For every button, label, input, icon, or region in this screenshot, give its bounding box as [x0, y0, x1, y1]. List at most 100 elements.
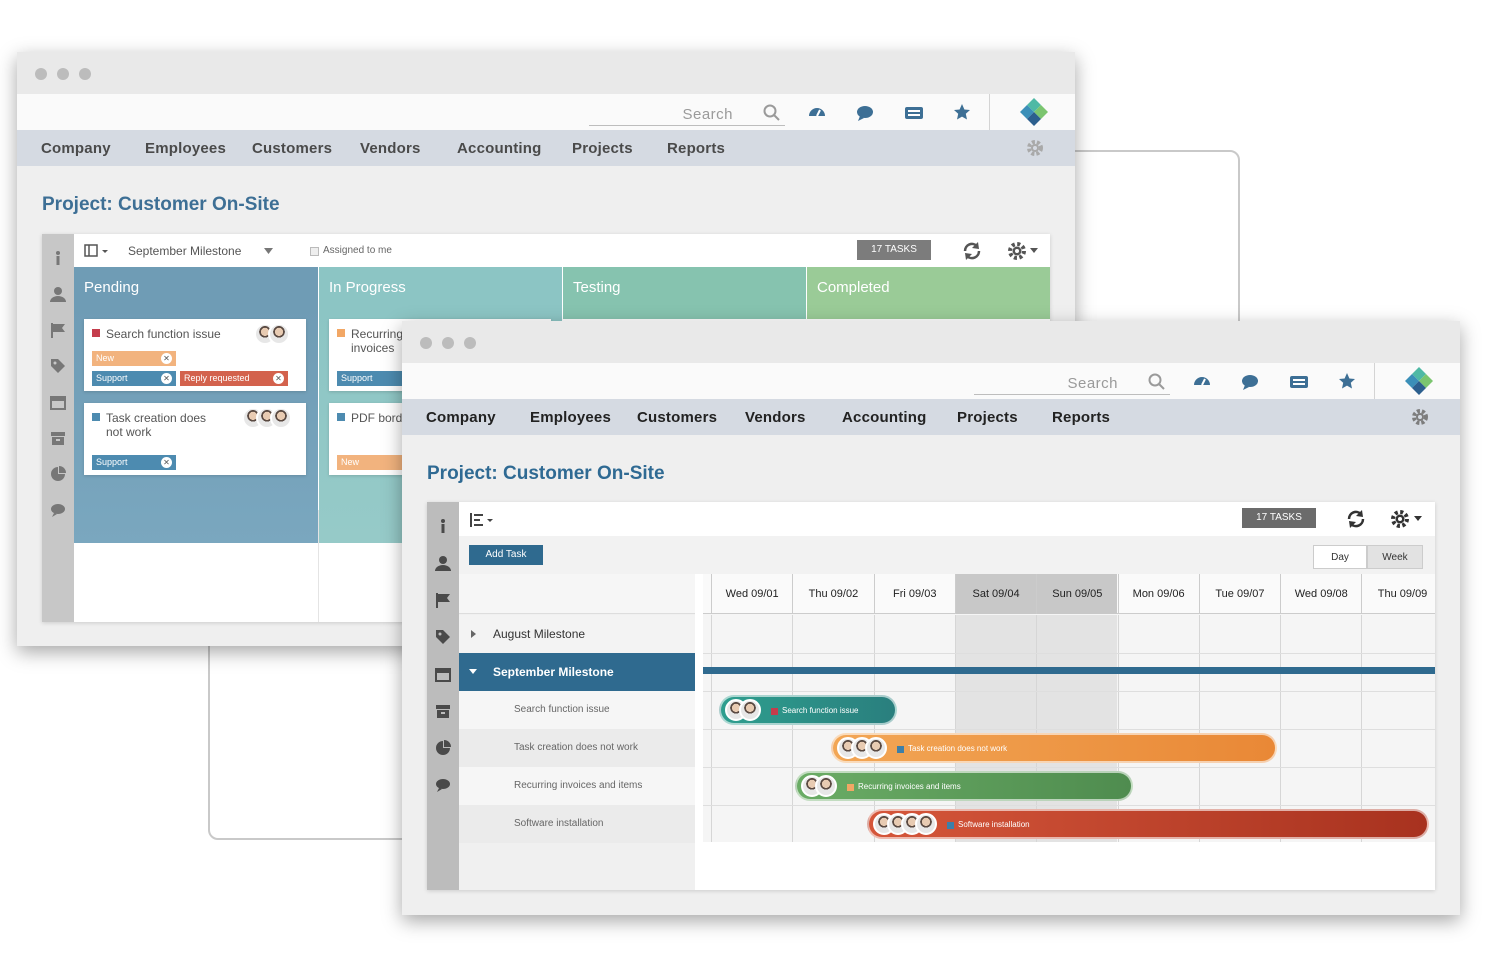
gantt-view-toggle-icon[interactable]	[469, 512, 495, 528]
info-icon[interactable]	[50, 250, 66, 266]
user-icon[interactable]	[50, 286, 66, 302]
settings-gear-icon[interactable]	[1410, 407, 1430, 427]
refresh-icon[interactable]	[961, 240, 983, 262]
archive-icon[interactable]	[50, 430, 66, 446]
kanban-card[interactable]: Task creation does not work Support ✕	[84, 403, 306, 475]
main-menu: Company Employees Customers Vendors Acco…	[402, 399, 1460, 435]
menu-employees[interactable]: Employees	[530, 409, 611, 426]
task-row[interactable]: Recurring invoices and items	[459, 767, 695, 805]
menu-reports[interactable]: Reports	[1052, 409, 1110, 426]
window-close-dot[interactable]	[420, 337, 432, 349]
task-row[interactable]: Search function issue	[459, 691, 695, 729]
timeline-day-label: Thu 09/02	[792, 574, 873, 614]
view-week-button[interactable]: Week	[1367, 545, 1423, 569]
task-color-marker	[847, 784, 854, 791]
column-title: Testing	[573, 279, 621, 296]
menu-vendors[interactable]: Vendors	[360, 140, 421, 157]
chat-icon[interactable]	[1240, 372, 1260, 392]
info-icon[interactable]	[435, 518, 451, 534]
milestone-select[interactable]: September Milestone	[128, 244, 241, 258]
calendar-icon[interactable]	[50, 394, 66, 410]
chat-icon[interactable]	[855, 103, 875, 123]
menu-customers[interactable]: Customers	[637, 409, 717, 426]
tag-new[interactable]: New ✕	[92, 351, 176, 366]
search-input[interactable]: Search	[974, 365, 1170, 395]
star-icon[interactable]	[1337, 371, 1357, 391]
window-maximize-dot[interactable]	[464, 337, 476, 349]
view-day-button[interactable]: Day	[1313, 545, 1367, 569]
tags-icon[interactable]	[435, 629, 451, 645]
caret-down-icon[interactable]	[469, 669, 477, 674]
search-input[interactable]: Search	[589, 96, 785, 126]
list-card-icon[interactable]	[904, 103, 924, 123]
flag-icon[interactable]	[50, 322, 66, 338]
menu-accounting[interactable]: Accounting	[842, 409, 927, 426]
task-row[interactable]: Software installation	[459, 805, 695, 843]
comments-icon[interactable]	[435, 777, 451, 793]
timeline-row-line	[703, 767, 1435, 768]
user-icon[interactable]	[435, 555, 451, 571]
task-bar[interactable]: Recurring invoices and items	[795, 771, 1133, 801]
caret-right-icon[interactable]	[471, 630, 476, 638]
tags-icon[interactable]	[50, 358, 66, 374]
pie-chart-icon[interactable]	[50, 466, 66, 482]
milestone-row[interactable]: August Milestone	[459, 615, 695, 653]
window-minimize-dot[interactable]	[442, 337, 454, 349]
board-view-toggle-icon[interactable]	[84, 244, 110, 258]
tag-support[interactable]: Support ✕	[92, 371, 176, 386]
milestone-row-selected[interactable]: September Milestone	[459, 653, 695, 691]
dashboard-icon[interactable]	[807, 102, 827, 122]
calendar-icon[interactable]	[435, 666, 451, 682]
refresh-icon[interactable]	[1345, 508, 1367, 530]
priority-marker	[337, 329, 345, 337]
pie-chart-icon[interactable]	[435, 740, 451, 756]
star-icon[interactable]	[952, 102, 972, 122]
task-row[interactable]: Task creation does not work	[459, 729, 695, 767]
task-bar[interactable]: Software installation	[867, 809, 1429, 839]
menu-projects[interactable]: Projects	[957, 409, 1018, 426]
flag-icon[interactable]	[435, 592, 451, 608]
task-row-label: Software installation	[514, 818, 604, 829]
milestone-label: September Milestone	[493, 665, 614, 679]
add-task-button[interactable]: Add Task	[469, 545, 543, 565]
menu-accounting[interactable]: Accounting	[457, 140, 542, 157]
window-minimize-dot[interactable]	[57, 68, 69, 80]
chevron-down-icon[interactable]	[1414, 516, 1422, 521]
dashboard-icon[interactable]	[1192, 371, 1212, 391]
column-title: In Progress	[329, 279, 406, 296]
gantt-window: Search Company Employees Customers Vendo…	[402, 321, 1460, 915]
menu-vendors[interactable]: Vendors	[745, 409, 806, 426]
chevron-down-icon[interactable]	[264, 248, 273, 254]
menu-company[interactable]: Company	[41, 140, 111, 157]
tag-reply-requested[interactable]: Reply requested ✕	[180, 371, 288, 386]
task-bar[interactable]: Task creation does not work	[831, 733, 1277, 763]
chevron-down-icon[interactable]	[1030, 248, 1038, 253]
timeline-day-label: Sat 09/04	[954, 574, 1037, 614]
kanban-card[interactable]: Search function issue New ✕ Support ✕ Repl…	[84, 319, 306, 391]
archive-icon[interactable]	[435, 703, 451, 719]
menu-projects[interactable]: Projects	[572, 140, 633, 157]
milestone-bar[interactable]	[703, 667, 1435, 674]
menu-customers[interactable]: Customers	[252, 140, 332, 157]
tag-support[interactable]: Support ✕	[92, 455, 176, 470]
timeline-row-line	[703, 729, 1435, 730]
board-settings-gear-icon[interactable]	[1006, 240, 1028, 262]
settings-gear-icon[interactable]	[1025, 138, 1045, 158]
gantt-settings-gear-icon[interactable]	[1389, 508, 1411, 530]
avatar	[270, 407, 292, 429]
comments-icon[interactable]	[50, 502, 66, 518]
window-close-dot[interactable]	[35, 68, 47, 80]
menu-company[interactable]: Company	[426, 409, 496, 426]
window-titlebar	[17, 52, 1075, 94]
column-completed: Completed	[807, 267, 1050, 319]
task-color-marker	[897, 746, 904, 753]
task-list: August Milestone September Milestone Sea…	[459, 574, 695, 890]
menu-employees[interactable]: Employees	[145, 140, 226, 157]
menu-reports[interactable]: Reports	[667, 140, 725, 157]
task-bar[interactable]: Search function issue	[719, 695, 897, 725]
window-maximize-dot[interactable]	[79, 68, 91, 80]
timeline-splitter[interactable]	[695, 574, 703, 842]
search-placeholder: Search	[1067, 375, 1118, 392]
list-card-icon[interactable]	[1289, 372, 1309, 392]
assigned-checkbox[interactable]	[310, 247, 319, 256]
